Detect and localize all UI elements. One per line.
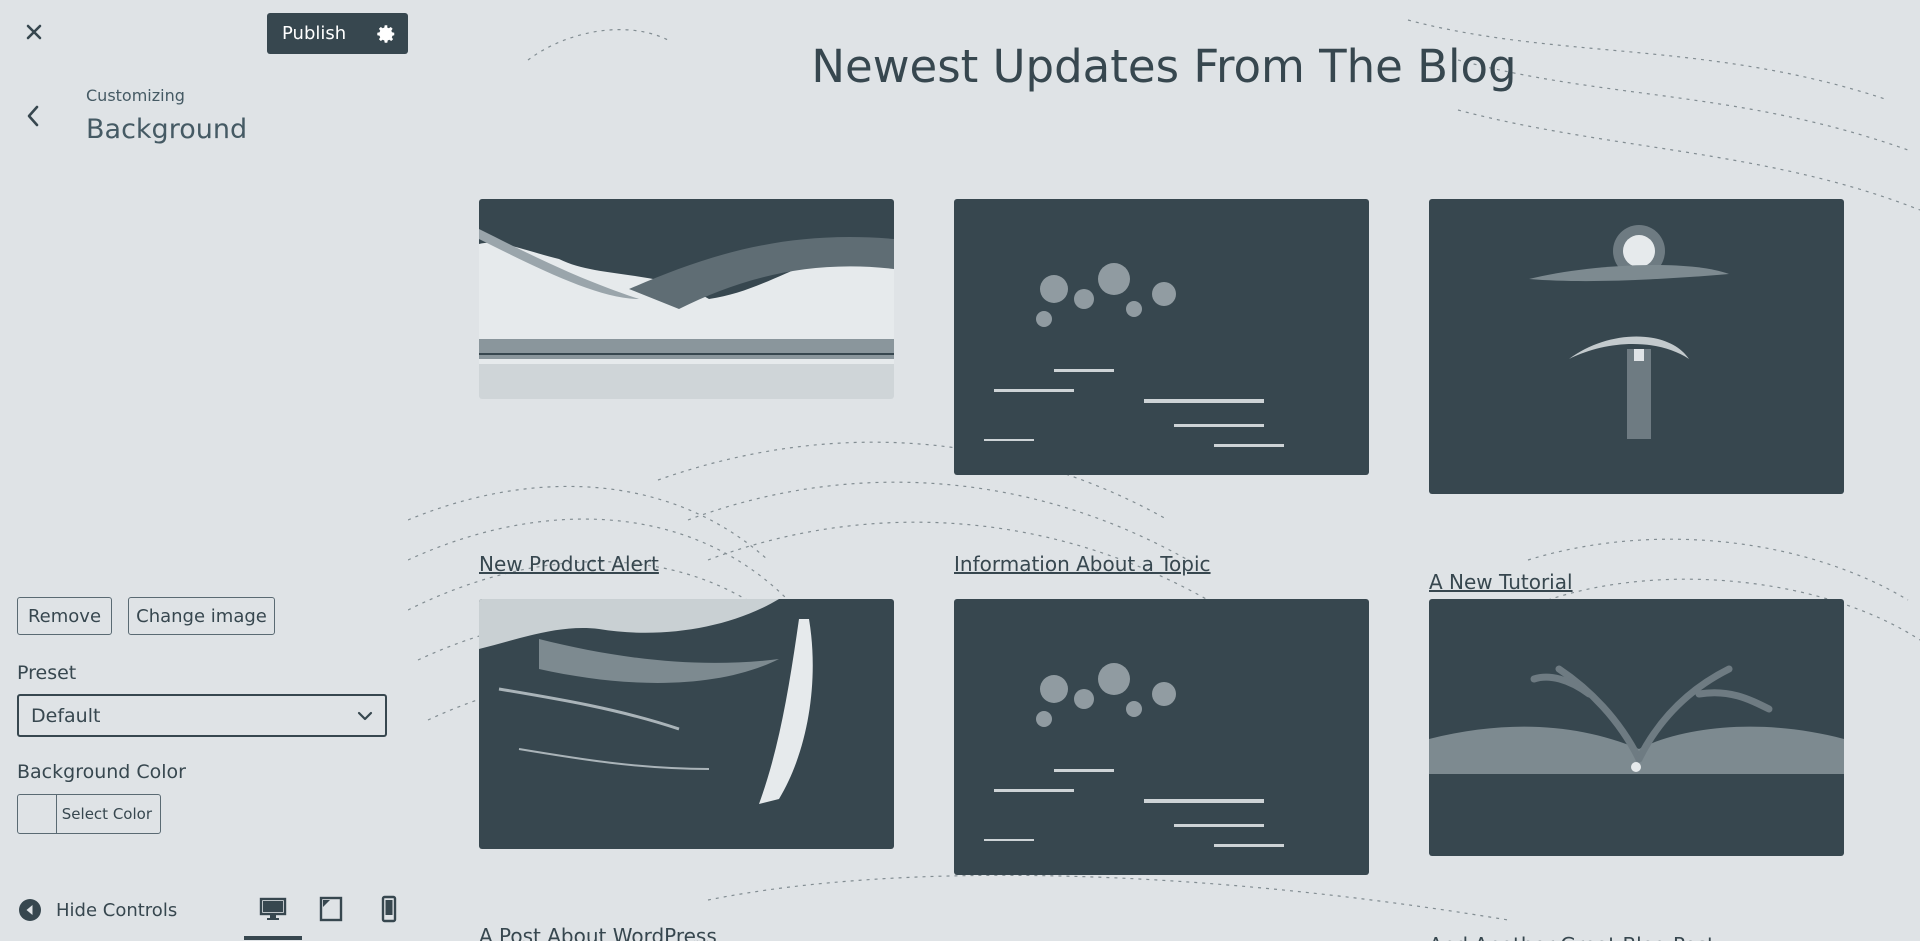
moonlit-river-image [1429,199,1844,494]
waterfall-image [479,599,894,849]
sky-horizon-image [479,199,894,399]
post-title-link[interactable]: New Product Alert [479,552,659,576]
post-thumbnail[interactable] [479,199,894,399]
remove-image-button[interactable]: Remove [17,597,112,635]
select-color-label: Select Color [61,805,152,823]
change-image-button[interactable]: Change image [128,597,275,635]
hide-controls-label: Hide Controls [56,899,178,921]
mobile-icon [381,895,397,923]
site-preview: Newest Updates From The Blog New Product… [408,0,1920,941]
post-thumbnail[interactable] [479,599,894,849]
desktop-icon [259,897,287,920]
select-color-button[interactable]: Select Color [17,794,161,834]
preset-select[interactable]: Default [17,694,387,737]
publish-group: Publish [267,13,409,54]
back-button[interactable] [14,96,54,136]
chevron-left-icon [27,105,39,127]
post-title-link[interactable]: A Post About WordPress [479,924,717,941]
collapse-arrow-icon [19,899,41,921]
background-color-label: Background Color [17,761,186,783]
publish-button[interactable]: Publish [267,13,364,54]
preset-label: Preset [17,662,77,684]
customizer-sidebar: Publish Customizing Background Remove Ch… [0,0,626,941]
blog-heading: Newest Updates From The Blog [811,40,1517,93]
tablet-icon [319,896,343,922]
sidebar-footer: Hide Controls [0,880,408,941]
active-device-indicator [244,936,302,940]
preview-tablet-button[interactable] [316,894,346,924]
hide-controls-button[interactable]: Hide Controls [18,898,177,922]
color-swatch [18,795,57,833]
section-title: Background [86,114,248,145]
gear-icon [377,24,395,43]
chevron-down-icon [357,711,373,721]
preview-mobile-button[interactable] [374,894,404,924]
post-thumbnail[interactable] [954,199,1369,475]
breadcrumb: Customizing [86,86,185,105]
post-title-link[interactable]: A New Tutorial [1429,570,1573,594]
close-button[interactable] [18,16,50,48]
preset-select-value: Default [31,704,101,727]
preview-desktop-button[interactable] [258,894,288,924]
forest-lake-image [954,199,1369,475]
post-title-link[interactable]: Information About a Topic [954,552,1211,576]
forest-lake-image [954,599,1369,875]
close-icon [26,24,42,40]
post-thumbnail[interactable] [1429,599,1844,856]
post-thumbnail[interactable] [1429,199,1844,494]
tree-silhouette-image [1429,599,1844,856]
post-title-link[interactable]: And Another Great Blog Post [1429,933,1715,941]
post-thumbnail[interactable] [954,599,1369,875]
